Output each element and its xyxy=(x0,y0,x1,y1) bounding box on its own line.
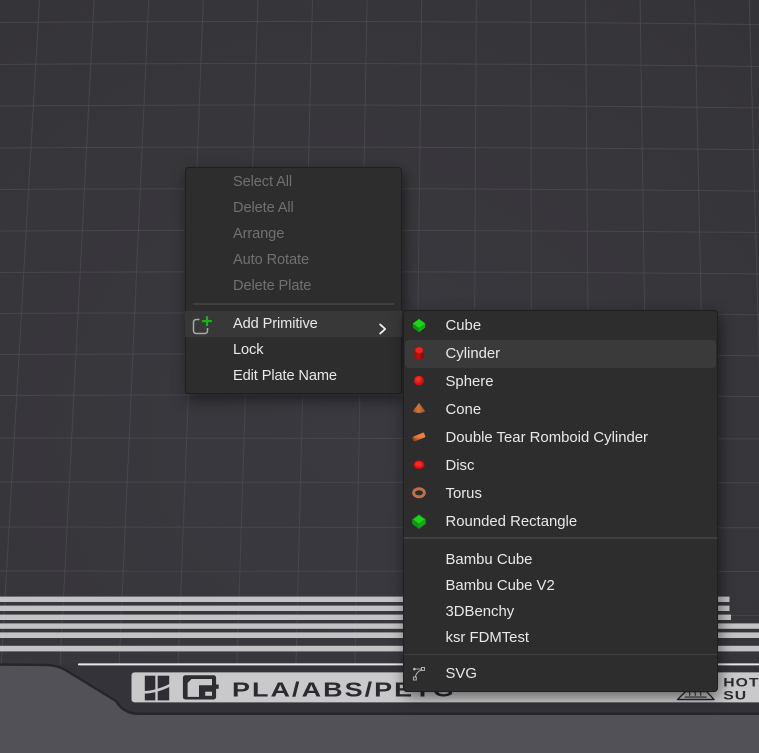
svg-text:HOT: HOT xyxy=(723,675,759,689)
svg-text:SU: SU xyxy=(723,688,747,702)
